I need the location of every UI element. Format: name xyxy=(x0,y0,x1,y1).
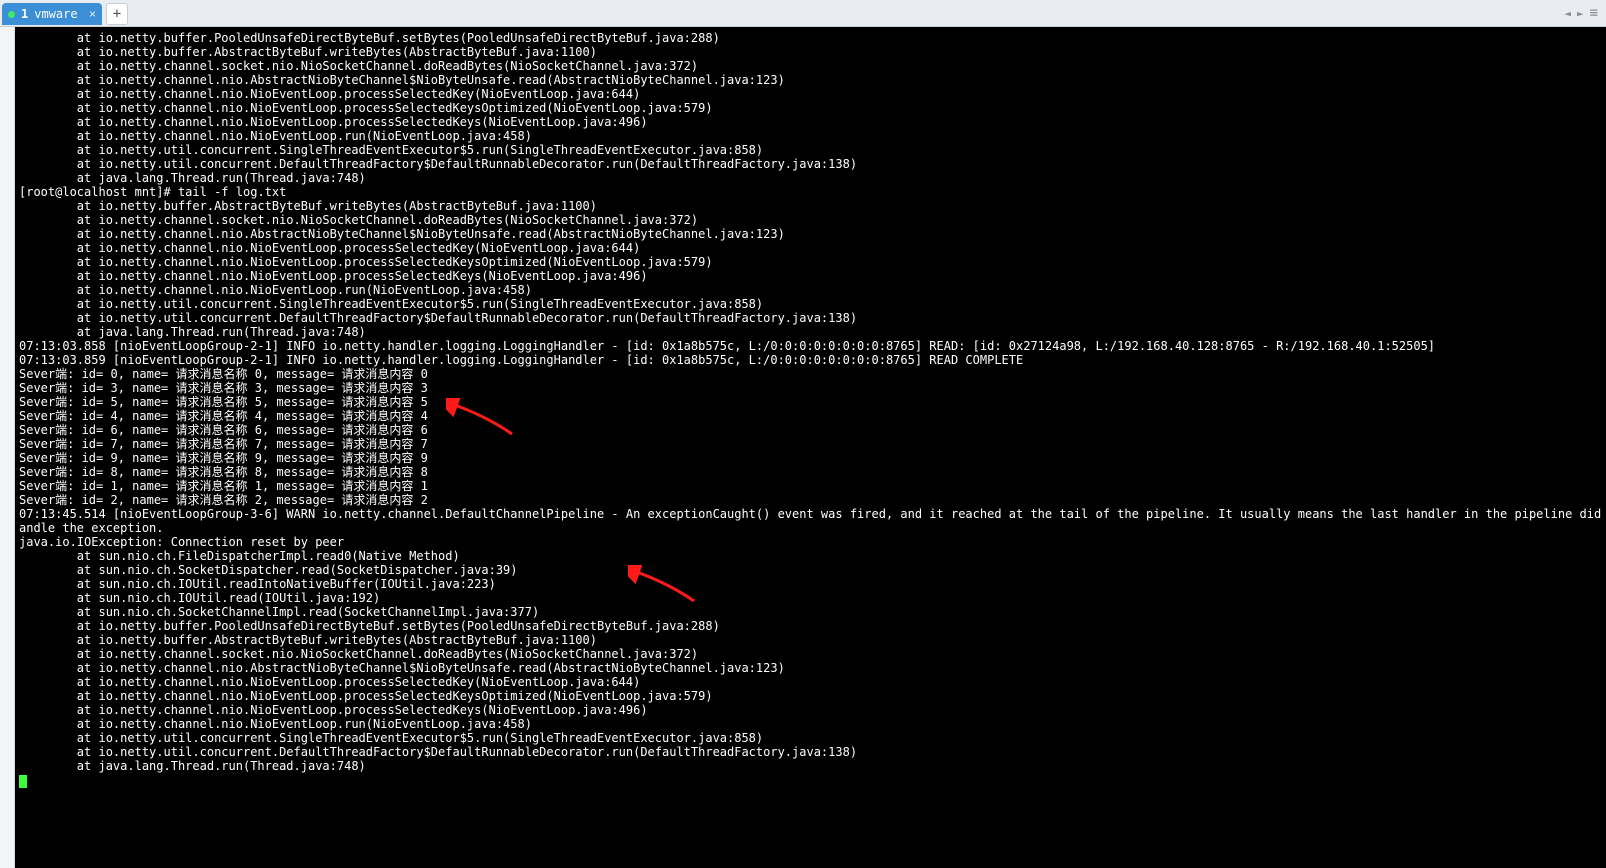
terminal-line: at io.netty.buffer.AbstractByteBuf.write… xyxy=(19,633,1602,647)
terminal-line: Sever端: id= 4, name= 请求消息名称 4, message= … xyxy=(19,409,1602,423)
terminal-line: at java.lang.Thread.run(Thread.java:748) xyxy=(19,325,1602,339)
terminal-line: at io.netty.buffer.PooledUnsafeDirectByt… xyxy=(19,31,1602,45)
terminal-line: at io.netty.channel.nio.NioEventLoop.run… xyxy=(19,717,1602,731)
close-icon[interactable]: × xyxy=(89,8,96,20)
terminal-line: Sever端: id= 1, name= 请求消息名称 1, message= … xyxy=(19,479,1602,493)
terminal-line: at io.netty.channel.nio.NioEventLoop.pro… xyxy=(19,115,1602,129)
tab-vmware[interactable]: 1 vmware × xyxy=(2,3,102,25)
terminal-line: at io.netty.buffer.AbstractByteBuf.write… xyxy=(19,199,1602,213)
terminal-line: at io.netty.channel.socket.nio.NioSocket… xyxy=(19,59,1602,73)
next-tab-icon[interactable]: ► xyxy=(1577,7,1584,20)
terminal-line: at io.netty.channel.nio.AbstractNioByteC… xyxy=(19,227,1602,241)
tabbar-controls: ◄ ► ≡ xyxy=(1564,0,1606,26)
terminal-line: at sun.nio.ch.SocketDispatcher.read(Sock… xyxy=(19,563,1602,577)
terminal-line: 07:13:45.514 [nioEventLoopGroup-3-6] WAR… xyxy=(19,507,1602,521)
terminal-line: Sever端: id= 2, name= 请求消息名称 2, message= … xyxy=(19,493,1602,507)
terminal-line: at java.lang.Thread.run(Thread.java:748) xyxy=(19,759,1602,773)
tabbar: 1 vmware × + ◄ ► ≡ xyxy=(0,0,1606,27)
terminal-line: at io.netty.channel.nio.AbstractNioByteC… xyxy=(19,661,1602,675)
terminal-line: at io.netty.channel.nio.NioEventLoop.pro… xyxy=(19,703,1602,717)
terminal-line: at io.netty.channel.nio.NioEventLoop.pro… xyxy=(19,87,1602,101)
terminal-line: at io.netty.util.concurrent.SingleThread… xyxy=(19,297,1602,311)
terminal-line: java.io.IOException: Connection reset by… xyxy=(19,535,1602,549)
terminal-line: at io.netty.channel.nio.AbstractNioByteC… xyxy=(19,73,1602,87)
terminal-line: 07:13:03.858 [nioEventLoopGroup-2-1] INF… xyxy=(19,339,1602,353)
terminal-line: at io.netty.util.concurrent.DefaultThrea… xyxy=(19,745,1602,759)
terminal-line: at java.lang.Thread.run(Thread.java:748) xyxy=(19,171,1602,185)
terminal-line: at io.netty.channel.nio.NioEventLoop.pro… xyxy=(19,269,1602,283)
terminal-line: at io.netty.util.concurrent.DefaultThrea… xyxy=(19,157,1602,171)
left-gutter xyxy=(0,27,15,868)
terminal-line: at sun.nio.ch.SocketChannelImpl.read(Soc… xyxy=(19,605,1602,619)
terminal-line: at sun.nio.ch.FileDispatcherImpl.read0(N… xyxy=(19,549,1602,563)
terminal-line: Sever端: id= 8, name= 请求消息名称 8, message= … xyxy=(19,465,1602,479)
terminal-line: at io.netty.channel.nio.NioEventLoop.pro… xyxy=(19,241,1602,255)
terminal-line: at io.netty.channel.socket.nio.NioSocket… xyxy=(19,647,1602,661)
terminal-line: at io.netty.channel.nio.NioEventLoop.pro… xyxy=(19,689,1602,703)
terminal-line: at io.netty.channel.nio.NioEventLoop.pro… xyxy=(19,255,1602,269)
terminal-line: Sever端: id= 0, name= 请求消息名称 0, message= … xyxy=(19,367,1602,381)
terminal-line: Sever端: id= 3, name= 请求消息名称 3, message= … xyxy=(19,381,1602,395)
terminal-line: at io.netty.util.concurrent.SingleThread… xyxy=(19,731,1602,745)
terminal-line: at io.netty.util.concurrent.SingleThread… xyxy=(19,143,1602,157)
terminal-line: Sever端: id= 6, name= 请求消息名称 6, message= … xyxy=(19,423,1602,437)
terminal-line: at io.netty.util.concurrent.DefaultThrea… xyxy=(19,311,1602,325)
terminal-line: at io.netty.channel.nio.NioEventLoop.run… xyxy=(19,283,1602,297)
terminal-line: at io.netty.channel.socket.nio.NioSocket… xyxy=(19,213,1602,227)
terminal-line: at io.netty.buffer.AbstractByteBuf.write… xyxy=(19,45,1602,59)
terminal-line: Sever端: id= 7, name= 请求消息名称 7, message= … xyxy=(19,437,1602,451)
terminal-line: Sever端: id= 9, name= 请求消息名称 9, message= … xyxy=(19,451,1602,465)
terminal-line: at sun.nio.ch.IOUtil.read(IOUtil.java:19… xyxy=(19,591,1602,605)
terminal-line: Sever端: id= 5, name= 请求消息名称 5, message= … xyxy=(19,395,1602,409)
tab-index: 1 xyxy=(21,7,28,21)
new-tab-button[interactable]: + xyxy=(106,3,128,25)
cursor-icon xyxy=(19,775,27,788)
terminal-line: at sun.nio.ch.IOUtil.readIntoNativeBuffe… xyxy=(19,577,1602,591)
terminal-line: at io.netty.channel.nio.NioEventLoop.run… xyxy=(19,129,1602,143)
terminal-line: at io.netty.channel.nio.NioEventLoop.pro… xyxy=(19,101,1602,115)
terminal-line: at io.netty.channel.nio.NioEventLoop.pro… xyxy=(19,675,1602,689)
prev-tab-icon[interactable]: ◄ xyxy=(1564,7,1571,20)
terminal-line: andle the exception. xyxy=(19,521,1602,535)
status-dot-icon xyxy=(8,11,15,18)
cursor-line xyxy=(19,773,1602,788)
terminal-output[interactable]: at io.netty.buffer.PooledUnsafeDirectByt… xyxy=(15,27,1606,868)
terminal-line: 07:13:03.859 [nioEventLoopGroup-2-1] INF… xyxy=(19,353,1602,367)
menu-icon[interactable]: ≡ xyxy=(1590,5,1598,21)
terminal-line: [root@localhost mnt]# tail -f log.txt xyxy=(19,185,1602,199)
terminal-line: at io.netty.buffer.PooledUnsafeDirectByt… xyxy=(19,619,1602,633)
tab-label: vmware xyxy=(34,7,83,21)
